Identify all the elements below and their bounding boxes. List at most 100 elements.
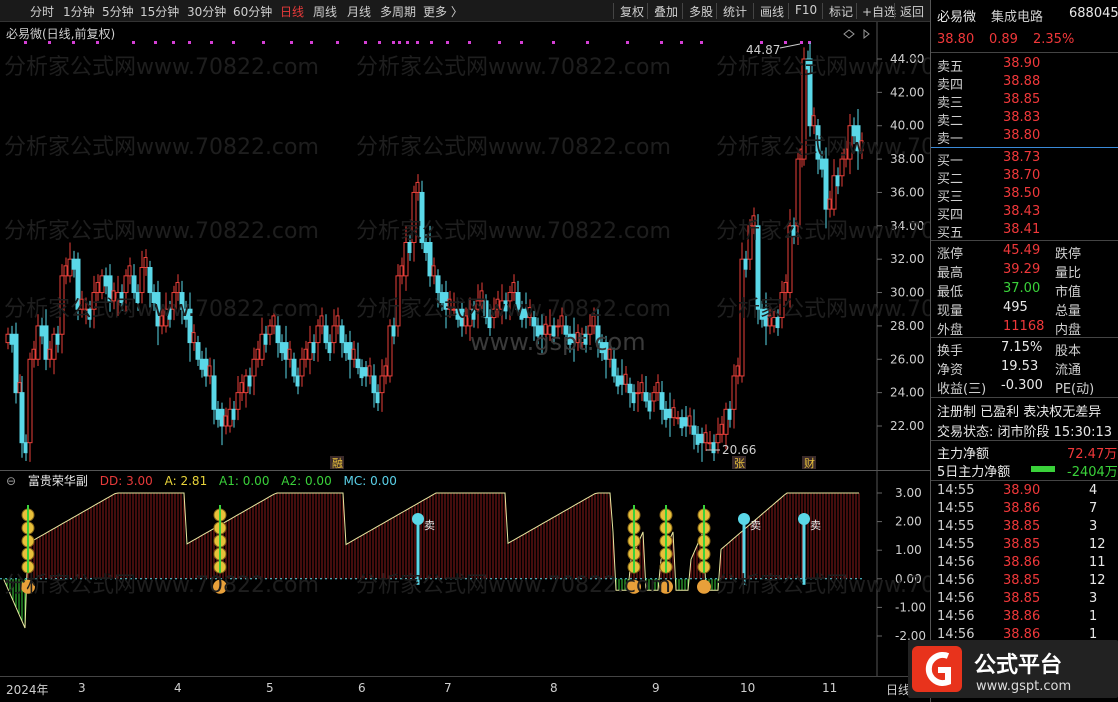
toolbar-tab-1[interactable]: 1分钟	[63, 3, 95, 20]
candle-body	[801, 58, 807, 160]
toolbar-divider	[613, 3, 614, 19]
toolbar-tab-7[interactable]: 周线	[313, 3, 337, 20]
signal-dot	[700, 41, 703, 44]
tick-volume: 12	[1089, 573, 1106, 588]
toolbar-button-4[interactable]: 画线	[760, 3, 784, 20]
toolbar-tab-6[interactable]: 日线	[280, 3, 304, 20]
indicator-title: ⊖ 富贵荣华副 DD: 3.00 A: 2.81 A1: 0.00 A2: 0.…	[6, 472, 405, 489]
logo-svg: 公式平台 www.gspt.com	[912, 646, 1071, 694]
low-price-label: 20.66	[722, 443, 756, 457]
candle-body	[103, 275, 108, 287]
toolbar-button-6[interactable]: 标记	[829, 3, 853, 20]
candle-body	[579, 333, 585, 344]
candle-body	[483, 300, 489, 319]
candle-body	[647, 400, 652, 412]
quote-price-row: 38.80 0.89 2.35%	[931, 32, 1118, 50]
stock-sector: 集成电路	[991, 10, 1044, 25]
toolbar-divider	[647, 3, 648, 19]
candle-body	[9, 333, 14, 345]
toolbar-tab-10[interactable]: 更多 〉	[423, 3, 463, 20]
candle-body	[123, 275, 129, 294]
sell-signal-label: 卖	[424, 519, 435, 532]
toolbar-tab-0[interactable]: 分时	[30, 3, 54, 20]
buy-signal-icon	[697, 579, 711, 594]
candle-body	[523, 308, 529, 319]
candle-body	[39, 325, 44, 337]
candle-body	[51, 333, 57, 360]
candle-body	[479, 290, 484, 302]
toolbar-button-2[interactable]: 多股	[689, 3, 713, 20]
x-axis-label: 4	[174, 681, 182, 695]
candle-body	[535, 325, 540, 337]
toolbar-tab-4[interactable]: 30分钟	[187, 3, 226, 20]
toolbar-tab-3[interactable]: 15分钟	[140, 3, 179, 20]
stat-row: 最高 39.29 量比	[931, 262, 1118, 281]
tick-price: 38.86	[1003, 609, 1041, 624]
candle-body	[475, 300, 481, 310]
candle-body	[771, 317, 777, 327]
candle-body	[231, 408, 236, 420]
toolbar-button-5[interactable]: F10	[795, 3, 817, 17]
candle-body	[219, 408, 225, 427]
candle-body	[547, 325, 553, 335]
x-axis: 2024年 3 4 5 6 7 8 9 10 11 日线	[0, 676, 930, 702]
tick-price: 38.85	[1003, 591, 1041, 606]
toolbar-tab-2[interactable]: 5分钟	[102, 3, 134, 20]
candle-body	[603, 342, 609, 360]
stat-row: 涨停 45.49 跌停	[931, 243, 1118, 262]
candle-body	[807, 58, 813, 127]
toolbar-tab-5[interactable]: 60分钟	[233, 3, 272, 20]
candle-body	[259, 333, 265, 360]
candle-body	[795, 158, 801, 227]
candle-body	[471, 308, 476, 320]
candle-body	[355, 358, 361, 369]
toolbar-tab-9[interactable]: 多周期	[380, 3, 416, 20]
tick-price: 38.85	[1003, 573, 1041, 588]
toolbar-divider	[822, 3, 823, 19]
toolbar-button-7[interactable]: +自选	[862, 3, 896, 20]
period-label[interactable]: 日线	[886, 681, 910, 698]
indicator-name[interactable]: 富贵荣华副	[28, 474, 88, 488]
x-axis-label: 10	[740, 681, 756, 695]
toolbar-button-0[interactable]: 复权	[620, 3, 644, 20]
candle-body	[283, 342, 289, 360]
candle-body	[655, 382, 660, 394]
candle-body	[827, 198, 832, 210]
candle-body	[315, 325, 321, 344]
candle-body	[687, 415, 692, 427]
candle-body	[267, 325, 273, 335]
signal-dot	[498, 41, 501, 44]
toolbar-button-3[interactable]: 统计	[723, 3, 747, 20]
candle-body	[395, 275, 401, 327]
toolbar-divider	[894, 3, 895, 19]
indicator-collapse-icon[interactable]: ⊖	[6, 474, 16, 488]
candlestick-chart[interactable]: 44.00 42.00 40.00 38.00 36.00 34.00 32.00 30.00…	[0, 22, 930, 470]
bid-label: 买四	[937, 208, 964, 223]
signal-dot	[468, 41, 471, 44]
candle-body	[703, 432, 708, 444]
candle-body	[727, 408, 732, 420]
candle-body	[135, 292, 140, 304]
signal-dot	[430, 41, 433, 44]
indicator-chart[interactable]: 3.00 2.00 1.00 0.00 -1.00 -2.00 卖卖卖	[0, 470, 930, 677]
signal-dot	[446, 41, 449, 44]
toolbar-button-8[interactable]: 返回	[900, 3, 924, 20]
signal-dot	[336, 41, 339, 44]
stat-label-right: 跌停	[1055, 247, 1082, 262]
candle-body	[631, 392, 636, 404]
candle-body	[5, 333, 11, 344]
price-tick-label: 44.00	[890, 52, 924, 66]
candle-body	[731, 375, 737, 410]
candle-body	[47, 348, 52, 360]
price-tick-label: 36.00	[890, 185, 924, 199]
bid-label: 买一	[937, 154, 964, 169]
toolbar-tab-8[interactable]: 月线	[347, 3, 371, 20]
candle-body	[507, 292, 513, 302]
candle-group	[5, 42, 864, 462]
toolbar-button-1[interactable]: 叠加	[654, 3, 678, 20]
x-axis-label: 11	[822, 681, 838, 695]
candle-body	[83, 308, 89, 311]
candle-body	[203, 358, 209, 377]
candle-body	[367, 365, 372, 377]
stat-label: 最高	[937, 266, 964, 281]
